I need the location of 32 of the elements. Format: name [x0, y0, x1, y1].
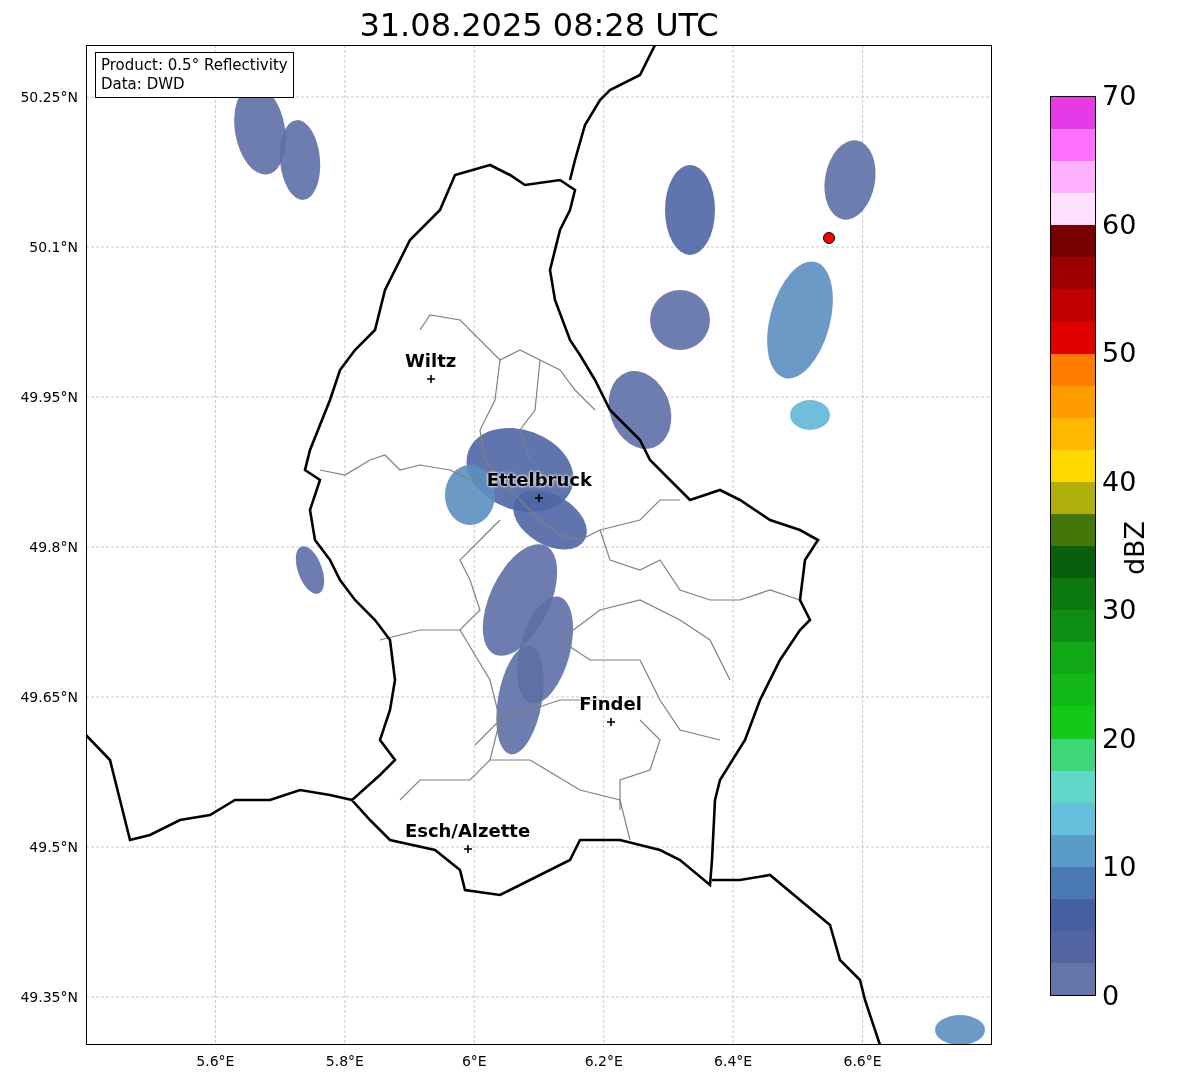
latitude-label: 50.25°N: [20, 89, 78, 105]
colorbar-tick-label: 20: [1102, 723, 1137, 754]
info-text: Product: 0.5° Reflectivity: [101, 56, 288, 75]
city-marker-icon: [426, 375, 435, 383]
longitude-label: 6.2°E: [584, 1053, 623, 1069]
colorbar-label: dBZ: [1118, 520, 1150, 576]
city-label: Esch/Alzette: [404, 821, 531, 841]
latitude-label: 50.1°N: [29, 239, 78, 255]
latitude-label: 49.5°N: [29, 839, 78, 855]
longitude-label: 5.8°E: [325, 1053, 364, 1069]
longitude-label: 6.4°E: [714, 1053, 753, 1069]
latitude-label: 49.8°N: [29, 539, 78, 555]
city-marker-icon: [463, 845, 472, 853]
latitude-label: 49.35°N: [20, 989, 78, 1005]
latitude-label: 49.65°N: [20, 689, 78, 705]
colorbar-tick-label: 50: [1102, 338, 1137, 369]
latitude-label: 49.95°N: [20, 389, 78, 405]
chart-title: 31.08.2025 08:28 UTC: [358, 5, 720, 45]
longitude-label: 6°E: [461, 1053, 487, 1069]
colorbar-tick-label: 10: [1102, 852, 1137, 883]
city-marker-icon: [606, 718, 615, 726]
city-label: Wiltz: [405, 351, 457, 371]
longitude-label: 5.6°E: [196, 1053, 235, 1069]
city-label: Findel: [579, 694, 642, 714]
city-marker-icon: [535, 494, 544, 502]
colorbar-tick-label: 60: [1102, 209, 1137, 240]
info-text: Data: DWD: [101, 75, 186, 94]
colorbar-tick-label: 40: [1102, 466, 1137, 497]
colorbar-tick-label: 0: [1102, 981, 1120, 1011]
longitude-label: 6.6°E: [843, 1053, 882, 1069]
colorbar-tick-label: 30: [1102, 595, 1137, 626]
colorbar-tick-label: 70: [1102, 81, 1137, 111]
